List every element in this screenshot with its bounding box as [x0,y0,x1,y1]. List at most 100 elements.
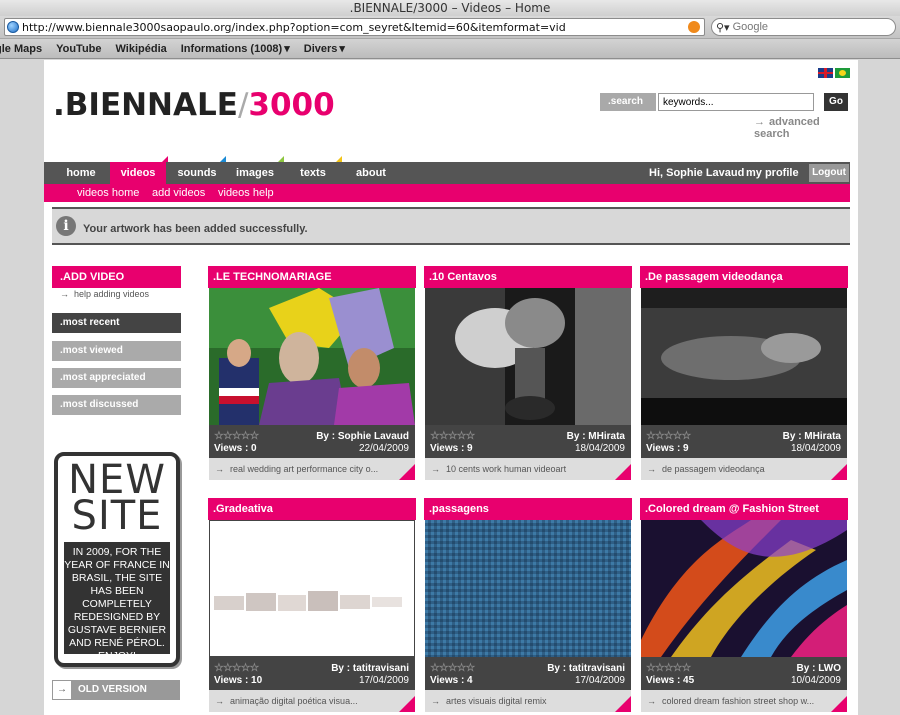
gradeativa-thumbnail-image [210,521,414,656]
de-passagem-thumbnail-image [641,288,847,425]
bookmark-youtube[interactable]: YouTube [56,43,101,55]
arrow-right-icon: → [60,289,69,299]
nav-texts[interactable]: texts [284,162,342,184]
new-site-text: IN 2009, FOR THE YEAR OF FRANCE IN BRASI… [64,542,170,662]
video-meta: ☆☆☆☆☆ Views : 10 By : tatitravisani 17/0… [209,657,415,690]
video-thumbnail[interactable] [209,520,415,657]
video-card: .De passagem videodança ☆☆☆☆☆ Views : 9 … [640,266,848,482]
logo-slash: / [237,87,249,123]
address-field[interactable]: http://www.biennale3000saopaulo.org/inde… [4,18,705,36]
video-meta: ☆☆☆☆☆ Views : 9 By : MHirata 18/04/2009 [425,425,631,458]
video-thumbnail[interactable] [641,288,847,425]
new-site-banner[interactable]: NEW SITE IN 2009, FOR THE YEAR OF FRANCE… [54,452,180,667]
author[interactable]: By : Sophie Lavaud [316,431,409,442]
bookmark-divers[interactable]: Divers ▾ [303,42,345,56]
filter-most-viewed[interactable]: .most viewed [52,341,181,361]
my-profile-link[interactable]: my profile [746,162,799,184]
video-tags[interactable]: → artes visuais digital remix [425,690,631,712]
nav-images[interactable]: images [226,162,284,184]
subnav-videos-home[interactable]: videos home [77,184,139,202]
views-count: Views : 4 [430,675,473,686]
search-label: .search [600,93,656,111]
rating-stars-icon[interactable]: ☆☆☆☆☆ [430,429,475,442]
video-thumbnail[interactable] [425,520,631,657]
rating-stars-icon[interactable]: ☆☆☆☆☆ [646,429,691,442]
success-message: i Your artwork has been added successful… [52,207,850,245]
tags-text: de passagem videodança [662,464,765,474]
nav-videos[interactable]: videos [110,162,166,184]
old-version-button[interactable]: → OLD VERSION [52,680,180,700]
video-title[interactable]: .Colored dream @ Fashion Street [640,498,848,520]
nav-home[interactable]: home [54,162,108,184]
window-title: .BIENNALE/3000 – Videos – Home [0,0,900,16]
bookmarks-bar: gle Maps YouTube Wikipédia Informations … [0,39,900,59]
video-title[interactable]: .passagens [424,498,632,520]
filter-most-discussed[interactable]: .most discussed [52,395,181,415]
info-icon: i [56,216,76,236]
google-search-field[interactable]: ⚲▾ Google [711,18,896,36]
video-meta: ☆☆☆☆☆ Views : 45 By : LWO 10/04/2009 [641,657,847,690]
bookmark-informations[interactable]: Informations (1008) ▾ [181,42,290,56]
date: 10/04/2009 [790,675,841,686]
chevron-down-icon: ▾ [284,43,290,55]
language-flags [818,68,850,78]
bookmark-maps[interactable]: gle Maps [0,43,42,55]
video-card: .LE TECHNOMARIAGE ☆☆☆☆☆ Views : 0 By : S… [208,266,416,482]
url-text: http://www.biennale3000saopaulo.org/inde… [22,20,566,34]
rating-stars-icon[interactable]: ☆☆☆☆☆ [214,661,259,674]
video-tags[interactable]: → 10 cents work human videoart [425,458,631,480]
filter-most-recent[interactable]: .most recent [52,313,181,333]
brazil-flag-icon[interactable] [835,68,850,78]
video-thumbnail[interactable] [209,288,415,425]
tags-text: real wedding art performance city o... [230,464,379,474]
bookmark-divers-label: Divers [303,42,338,55]
date: 18/04/2009 [790,443,841,454]
author[interactable]: By : tatitravisani [547,663,625,674]
arrow-right-icon: → [647,464,656,474]
advanced-search-link[interactable]: → advanced search [754,116,858,140]
logo-part2: 3000 [248,87,335,123]
video-thumbnail[interactable] [641,520,847,657]
rating-stars-icon[interactable]: ☆☆☆☆☆ [214,429,259,442]
search-input[interactable] [658,93,814,111]
rss-icon[interactable] [688,21,700,33]
author[interactable]: By : LWO [797,663,841,674]
author[interactable]: By : tatitravisani [331,663,409,674]
google-placeholder: Google [732,21,769,33]
bookmark-wikipedia[interactable]: Wikipédia [116,43,167,55]
logout-button[interactable]: Logout [809,164,849,182]
filter-most-appreciated[interactable]: .most appreciated [52,368,181,388]
nav-sounds[interactable]: sounds [168,162,226,184]
video-tags[interactable]: → animação digital poética visua... [209,690,415,712]
sub-nav: videos home add videos videos help [44,184,850,202]
video-tags[interactable]: → colored dream fashion street shop w... [641,690,847,712]
video-thumbnail[interactable] [425,288,631,425]
site-logo[interactable]: .BIENNALE/3000 [53,87,335,123]
page: .BIENNALE/3000 .search Go →advanced sear… [44,60,858,715]
subnav-add-videos[interactable]: add videos [152,184,205,202]
video-tags[interactable]: → real wedding art performance city o... [209,458,415,480]
subnav-videos-help[interactable]: videos help [218,184,274,202]
author[interactable]: By : MHirata [783,431,841,442]
uk-flag-icon[interactable] [818,68,833,78]
go-button[interactable]: Go [824,93,848,111]
video-title[interactable]: .Gradeativa [208,498,416,520]
video-title[interactable]: .10 Centavos [424,266,632,288]
rating-stars-icon[interactable]: ☆☆☆☆☆ [646,661,691,674]
video-title[interactable]: .LE TECHNOMARIAGE [208,266,416,288]
nav-about[interactable]: about [342,162,400,184]
help-label: help adding videos [74,289,150,299]
author[interactable]: By : MHirata [567,431,625,442]
video-tags[interactable]: → de passagem videodança [641,458,847,480]
add-video-button[interactable]: .ADD VIDEO [52,266,181,288]
help-adding-videos-link[interactable]: → help adding videos [60,289,149,299]
video-meta: ☆☆☆☆☆ Views : 0 By : Sophie Lavaud 22/04… [209,425,415,458]
video-title[interactable]: .De passagem videodança [640,266,848,288]
search-icon: ⚲▾ [716,21,730,34]
corner-decoration [399,464,415,480]
corner-decoration [615,696,631,712]
views-count: Views : 0 [214,443,257,454]
views-count: Views : 10 [214,675,263,686]
site-search: .search Go [600,93,848,111]
rating-stars-icon[interactable]: ☆☆☆☆☆ [430,661,475,674]
